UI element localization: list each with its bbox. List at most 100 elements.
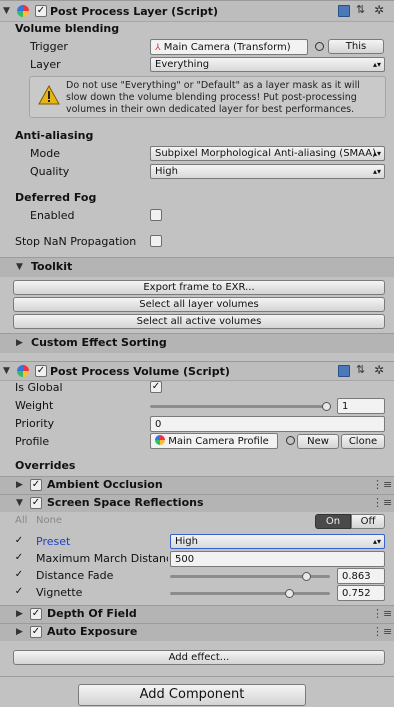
weight-slider-track[interactable] — [150, 405, 330, 408]
vignette-field[interactable]: 0.752 — [337, 585, 385, 601]
effect-menu-icon[interactable]: ⋮≡ — [372, 625, 392, 638]
toolkit-label: Toolkit — [31, 260, 73, 273]
section-volume-blending: Volume blending — [15, 22, 120, 35]
priority-field[interactable]: 0 — [150, 416, 385, 432]
expand-arrow-icon[interactable]: ▶ — [16, 609, 23, 619]
mode-dropdown[interactable]: Subpixel Morphological Anti-aliasing (SM… — [150, 146, 385, 161]
off-button[interactable]: Off — [351, 514, 385, 529]
vignette-override-checkbox[interactable]: ✓ — [13, 587, 25, 599]
weight-field[interactable]: 1 — [337, 398, 385, 414]
max-march-override-checkbox[interactable]: ✓ — [13, 553, 25, 565]
post-process-layer-icon — [17, 5, 29, 17]
preset-value: High — [175, 536, 198, 547]
preset-override-checkbox[interactable]: ✓ — [13, 536, 25, 548]
effect-menu-icon[interactable]: ⋮≡ — [372, 607, 392, 620]
transform-icon: ⅄ — [155, 43, 161, 53]
help-book-icon[interactable] — [338, 5, 350, 17]
object-picker-icon[interactable] — [315, 42, 324, 51]
export-exr-button[interactable]: Export frame to EXR... — [13, 280, 385, 295]
preset-sliders-icon[interactable]: ⇅ — [356, 363, 365, 376]
trigger-this-button[interactable]: This — [328, 39, 384, 54]
add-component-button[interactable]: Add Component — [78, 684, 306, 706]
effect-enabled-checkbox[interactable]: ✓ — [30, 479, 42, 491]
volume-enabled-checkbox[interactable]: ✓ — [35, 365, 47, 377]
layer-value: Everything — [155, 59, 210, 70]
on-button[interactable]: On — [315, 514, 351, 529]
custom-sorting-arrow-icon[interactable]: ▶ — [16, 338, 23, 348]
profile-value: Main Camera Profile — [168, 436, 269, 447]
trigger-value: Main Camera (Transform) — [163, 42, 291, 53]
vignette-label: Vignette — [36, 586, 83, 599]
dropdown-arrow-icon: ▴▾ — [372, 60, 381, 69]
profile-asset-icon — [155, 435, 165, 445]
priority-label: Priority — [15, 417, 55, 430]
toolkit-expand-arrow-icon[interactable]: ▼ — [16, 262, 23, 272]
quality-value: High — [155, 166, 178, 177]
preset-dropdown[interactable]: High ▴▾ — [170, 534, 385, 549]
quality-dropdown[interactable]: High ▴▾ — [150, 164, 385, 179]
fog-enabled-label: Enabled — [30, 209, 75, 222]
effect-enabled-checkbox[interactable]: ✓ — [30, 608, 42, 620]
distance-fade-field[interactable]: 0.863 — [337, 568, 385, 584]
expand-arrow-icon[interactable]: ▶ — [16, 627, 23, 637]
select-layer-volumes-button[interactable]: Select all layer volumes — [13, 297, 385, 312]
weight-slider-thumb[interactable] — [322, 402, 331, 411]
distance-fade-slider-thumb[interactable] — [302, 572, 311, 581]
vignette-slider-thumb[interactable] — [285, 589, 294, 598]
expand-arrow-icon[interactable]: ▶ — [16, 480, 23, 490]
profile-label: Profile — [15, 435, 50, 448]
warning-icon — [38, 85, 60, 105]
is-global-label: Is Global — [15, 381, 63, 394]
effect-name: Auto Exposure — [47, 625, 138, 638]
dropdown-arrow-icon: ▴▾ — [372, 537, 381, 546]
gear-icon[interactable]: ✲ — [374, 363, 384, 377]
max-march-field[interactable]: 500 — [170, 551, 385, 567]
add-effect-button[interactable]: Add effect... — [13, 650, 385, 665]
dropdown-arrow-icon: ▴▾ — [372, 149, 381, 158]
object-picker-icon[interactable] — [286, 436, 295, 445]
expand-arrow-icon[interactable]: ▼ — [16, 498, 23, 508]
layer-label: Layer — [30, 58, 61, 71]
collapse-arrow-icon[interactable]: ▼ — [3, 6, 10, 16]
mode-label: Mode — [30, 147, 60, 160]
fog-enabled-checkbox[interactable] — [150, 209, 162, 221]
warning-box: Do not use "Everything" or "Default" as … — [29, 76, 386, 118]
trigger-label: Trigger — [30, 40, 68, 53]
is-global-checkbox[interactable]: ✓ — [150, 381, 162, 393]
dropdown-arrow-icon: ▴▾ — [372, 167, 381, 176]
layer-enabled-checkbox[interactable]: ✓ — [35, 5, 47, 17]
overrides-label: Overrides — [15, 459, 76, 472]
distance-fade-override-checkbox[interactable]: ✓ — [13, 570, 25, 582]
effect-name: Screen Space Reflections — [47, 496, 204, 509]
warning-text: Do not use "Everything" or "Default" as … — [66, 80, 360, 115]
mode-value: Subpixel Morphological Anti-aliasing (SM… — [155, 148, 377, 159]
effect-enabled-checkbox[interactable]: ✓ — [30, 626, 42, 638]
vignette-slider-track[interactable] — [170, 592, 330, 595]
effect-name: Ambient Occlusion — [47, 478, 163, 491]
profile-clone-button[interactable]: Clone — [341, 434, 385, 449]
gear-icon[interactable]: ✲ — [374, 3, 384, 17]
volume-component-title: Post Process Volume (Script) — [50, 365, 230, 378]
component-title: Post Process Layer (Script) — [50, 5, 219, 18]
max-march-label: Maximum March Distance — [36, 552, 168, 565]
all-toggle[interactable]: All — [15, 515, 27, 526]
custom-sorting-label: Custom Effect Sorting — [31, 336, 167, 349]
preset-sliders-icon[interactable]: ⇅ — [356, 3, 365, 16]
effect-menu-icon[interactable]: ⋮≡ — [372, 478, 392, 491]
effect-menu-icon[interactable]: ⋮≡ — [372, 496, 392, 509]
post-process-volume-icon — [17, 365, 29, 377]
layer-dropdown[interactable]: Everything ▴▾ — [150, 57, 385, 72]
profile-field[interactable]: Main Camera Profile — [150, 433, 278, 449]
collapse-arrow-icon[interactable]: ▼ — [3, 366, 10, 376]
distance-fade-label: Distance Fade — [36, 569, 114, 582]
section-anti-aliasing: Anti-aliasing — [15, 129, 94, 142]
preset-label: Preset — [36, 535, 71, 548]
profile-new-button[interactable]: New — [297, 434, 339, 449]
none-toggle[interactable]: None — [36, 515, 62, 526]
trigger-field[interactable]: ⅄ Main Camera (Transform) — [150, 39, 308, 55]
effect-enabled-checkbox[interactable]: ✓ — [30, 497, 42, 509]
help-book-icon[interactable] — [338, 365, 350, 377]
divider — [0, 676, 394, 677]
select-active-volumes-button[interactable]: Select all active volumes — [13, 314, 385, 329]
stop-nan-checkbox[interactable] — [150, 235, 162, 247]
